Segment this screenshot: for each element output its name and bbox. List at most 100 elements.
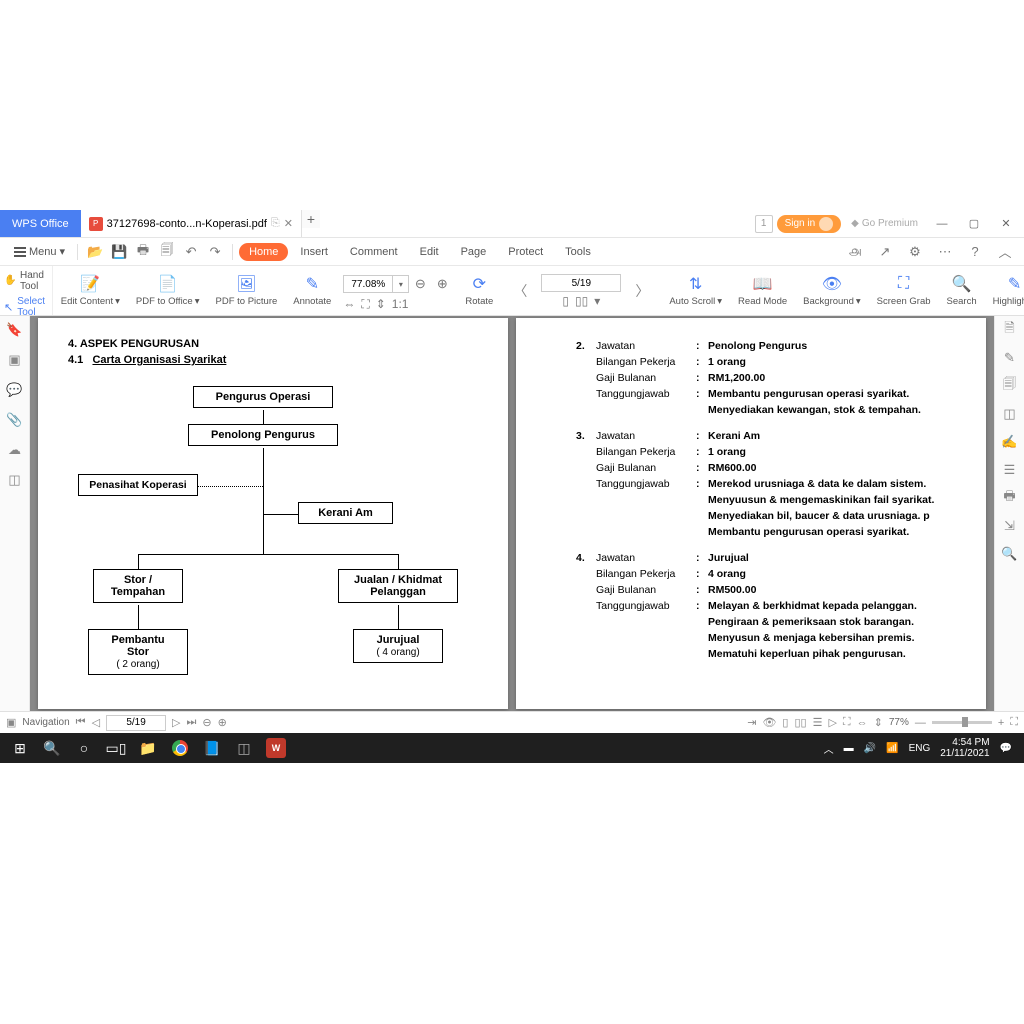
zoom-slider[interactable]	[932, 721, 992, 724]
convert-icon[interactable]: 🗐	[1002, 378, 1018, 394]
two-page-icon[interactable]: ▯▯	[575, 294, 588, 308]
export-icon[interactable]: ⇲	[1002, 518, 1018, 534]
settings-icon[interactable]: ⚙	[904, 241, 926, 263]
tab-pin-icon[interactable]: ⎘	[271, 217, 280, 230]
navigation-label[interactable]: Navigation	[22, 717, 69, 728]
edit-content-button[interactable]: 📝Edit Content ▾	[53, 266, 128, 315]
comments-icon[interactable]: ⋯	[934, 241, 956, 263]
redo-icon[interactable]: ↷	[204, 241, 226, 263]
collapse-ribbon-icon[interactable]: ︿	[994, 241, 1016, 263]
open-icon[interactable]: 📂	[84, 241, 106, 263]
crop-icon[interactable]: ◫	[1002, 406, 1018, 422]
zoom-in-status-icon[interactable]: ⊕	[218, 716, 227, 729]
prev-page-icon[interactable]: ◁	[92, 716, 100, 729]
tab-protect[interactable]: Protect	[498, 243, 553, 261]
battery-icon[interactable]: ▬	[844, 743, 854, 754]
play-icon[interactable]: ▷	[828, 716, 836, 729]
print-rail-icon[interactable]: 🖶	[1002, 490, 1018, 506]
cortana-icon[interactable]: ○	[68, 733, 100, 763]
next-page-icon[interactable]: ▷	[172, 716, 180, 729]
fullscreen-icon[interactable]: ⛶	[1010, 716, 1018, 729]
close-button[interactable]: ✕	[992, 213, 1020, 235]
print-preview-icon[interactable]: 🗐	[156, 241, 178, 263]
last-page-icon[interactable]: ⏭	[187, 716, 197, 729]
go-premium-button[interactable]: ◆Go Premium	[845, 218, 924, 229]
fit-height-icon[interactable]: ⇕	[376, 297, 386, 312]
tab-tools[interactable]: Tools	[555, 243, 601, 261]
document-tab[interactable]: P 37127698-conto...n-Koperasi.pdf ⎘ ✕	[81, 210, 302, 237]
zoom-out-icon[interactable]: ⊖	[409, 273, 431, 295]
wifi-icon[interactable]: 📶	[886, 743, 898, 754]
search-task-icon[interactable]: 🔍	[36, 733, 68, 763]
double-view-icon[interactable]: ▯▯	[794, 716, 806, 729]
tab-page[interactable]: Page	[451, 243, 497, 261]
import-icon[interactable]: ⇥	[747, 716, 756, 729]
highlight-button[interactable]: ✎Highlight ▾	[985, 266, 1024, 315]
app-2-icon[interactable]: ◫	[228, 733, 260, 763]
app-1-icon[interactable]: 📘	[196, 733, 228, 763]
hand-tool[interactable]: Hand Tool	[4, 268, 48, 294]
tools-icon[interactable]: ◫	[7, 472, 23, 488]
eye-icon[interactable]: 👁	[762, 716, 776, 729]
tab-comment[interactable]: Comment	[340, 243, 408, 261]
attachments-icon[interactable]: 📎	[7, 412, 23, 428]
task-view-icon[interactable]: ▭▯	[100, 733, 132, 763]
file-explorer-icon[interactable]: 📁	[132, 733, 164, 763]
save-icon[interactable]: 💾	[108, 241, 130, 263]
zoom-plus-icon[interactable]: +	[998, 717, 1004, 729]
bookmarks-icon[interactable]: 🔖	[7, 322, 23, 338]
fit-width-icon[interactable]: ⇔	[343, 297, 355, 312]
width-icon[interactable]: ⇔	[857, 717, 868, 729]
screen-grab-button[interactable]: ⛶Screen Grab	[869, 266, 939, 315]
single-page-icon[interactable]: ▯	[562, 294, 569, 308]
continuous-view-icon[interactable]: ☰	[813, 716, 823, 729]
wps-logo[interactable]: WPS Office	[0, 210, 81, 237]
zoom-minus-icon[interactable]: —	[915, 717, 926, 729]
rotate-button[interactable]: ⟳Rotate	[457, 266, 501, 315]
tab-edit[interactable]: Edit	[410, 243, 449, 261]
next-page-button[interactable]: 〉	[629, 281, 655, 301]
nav-toggle-icon[interactable]: ▣	[6, 716, 16, 729]
zoom-input[interactable]	[343, 275, 393, 293]
status-page-input[interactable]	[106, 715, 166, 731]
maximize-button[interactable]: ▢	[960, 213, 988, 235]
first-page-icon[interactable]: ⏮	[76, 716, 86, 729]
clock[interactable]: 4:54 PM 21/11/2021	[940, 737, 989, 759]
edit-rail-icon[interactable]: ✎	[1002, 350, 1018, 366]
search-rail-icon[interactable]: 🔍	[1002, 546, 1018, 562]
search-button[interactable]: 🔍Search	[939, 266, 985, 315]
language-indicator[interactable]: ENG	[909, 743, 931, 754]
sign-in-button[interactable]: Sign in	[777, 215, 842, 233]
background-button[interactable]: 👁Background ▾	[795, 266, 868, 315]
annotate-button[interactable]: ✎Annotate	[285, 266, 339, 315]
continuous-icon[interactable]: ▾	[594, 294, 600, 308]
help-icon[interactable]: ?	[964, 241, 986, 263]
menu-button[interactable]: Menu ▾	[8, 242, 71, 261]
send-icon[interactable]: ↗	[874, 241, 896, 263]
start-button[interactable]: ⊞	[4, 733, 36, 763]
document-page-left[interactable]: 4. ASPEK PENGURUSAN 4.1 Carta Organisasi…	[38, 318, 508, 709]
tab-insert[interactable]: Insert	[290, 243, 338, 261]
zoom-out-status-icon[interactable]: ⊖	[202, 716, 211, 729]
undo-icon[interactable]: ↶	[180, 241, 202, 263]
new-tab-button[interactable]: +	[302, 210, 320, 228]
print-icon[interactable]: 🖶	[132, 241, 154, 263]
prev-page-button[interactable]: 〈	[507, 281, 533, 301]
comments-rail-icon[interactable]: 💬	[7, 382, 23, 398]
document-page-right[interactable]: 2.Jawatan:Penolong PengurusBilangan Peke…	[516, 318, 986, 709]
auto-scroll-button[interactable]: ⇅Auto Scroll ▾	[661, 266, 730, 315]
zoom-in-icon[interactable]: ⊕	[431, 273, 453, 295]
tab-home[interactable]: Home	[239, 243, 288, 261]
height-icon[interactable]: ⇕	[874, 716, 883, 729]
sign-icon[interactable]: ✍	[1002, 434, 1018, 450]
volume-icon[interactable]: 🔊	[864, 743, 876, 754]
chrome-icon[interactable]	[164, 733, 196, 763]
actual-size-icon[interactable]: 1:1	[392, 297, 409, 312]
outline-icon[interactable]: ☰	[1002, 462, 1018, 478]
page-input[interactable]	[541, 274, 621, 292]
tray-up-icon[interactable]: ︿	[824, 741, 834, 756]
single-view-icon[interactable]: ▯	[782, 716, 788, 729]
fit-page-icon[interactable]: ⛶	[361, 297, 369, 312]
zoom-dropdown[interactable]: ▾	[393, 275, 409, 293]
pdf-to-office-button[interactable]: 📄PDF to Office ▾	[128, 266, 208, 315]
